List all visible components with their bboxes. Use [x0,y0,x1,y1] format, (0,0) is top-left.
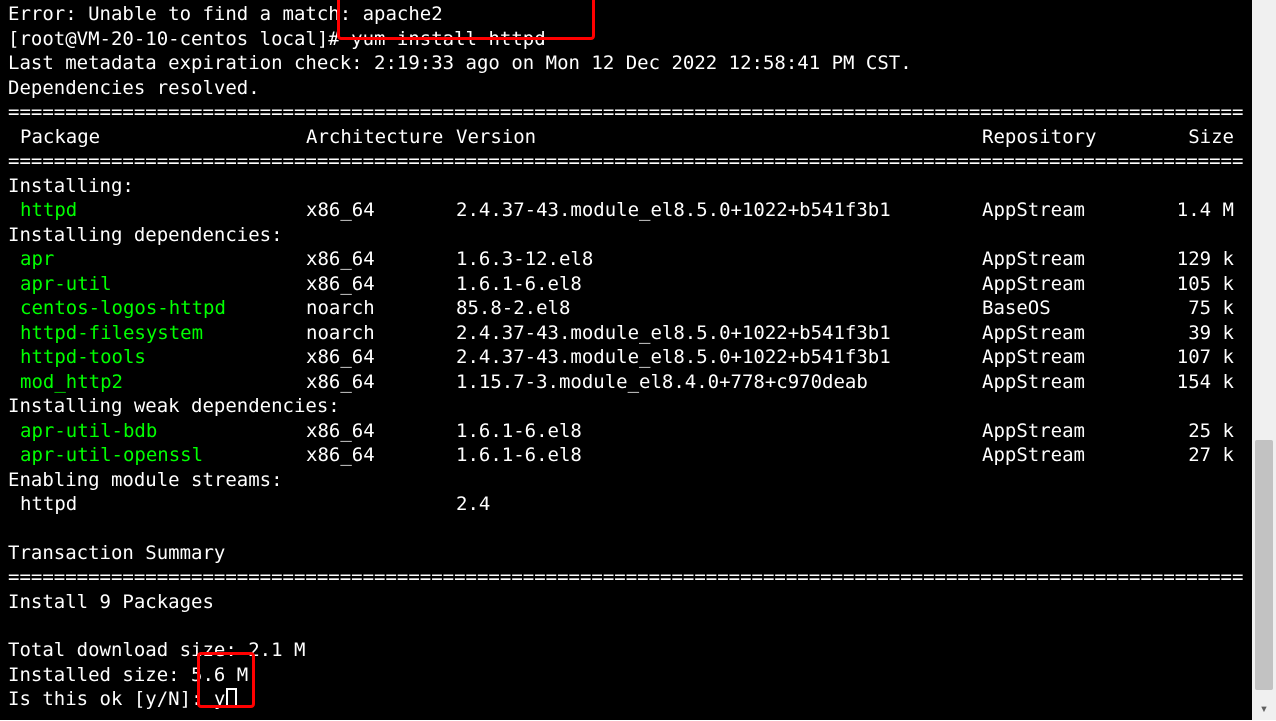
installed-size: Installed size: 5.6 M [8,663,1244,688]
package-name: httpd-filesystem [8,321,306,346]
package-repo: AppStream [982,198,1152,223]
stream-size [1152,492,1244,517]
error-line: Error: Unable to find a match: apache2 [8,2,1244,27]
package-size: 107 k [1152,345,1244,370]
package-version: 1.15.7-3.module_el8.4.0+778+c970deab [456,370,982,395]
package-arch: x86_64 [306,443,456,468]
table-row: mod_http2 x86_64 1.15.7-3.module_el8.4.0… [8,370,1244,395]
package-version: 85.8-2.el8 [456,296,982,321]
package-arch: noarch [306,296,456,321]
shell-prompt: [root@VM-20-10-centos local]# [8,28,351,50]
divider-top: ========================================… [8,100,1244,125]
package-name: mod_http2 [8,370,306,395]
package-arch: x86_64 [306,370,456,395]
package-version: 1.6.1-6.el8 [456,419,982,444]
package-arch: x86_64 [306,419,456,444]
package-name: apr [8,247,306,272]
package-version: 1.6.3-12.el8 [456,247,982,272]
table-row: httpd 2.4 [8,492,1244,517]
package-repo: AppStream [982,247,1152,272]
scroll-down-icon[interactable]: ▾ [1255,700,1273,718]
stream-name: httpd [8,492,306,517]
section-installing-deps: Installing dependencies: [8,223,1244,248]
shell-prompt-line: [root@VM-20-10-centos local]# yum instal… [8,27,1244,52]
package-name: centos-logos-httpd [8,296,306,321]
header-version: Version [456,125,982,150]
package-size: 75 k [1152,296,1244,321]
package-repo: AppStream [982,321,1152,346]
scrollbar-track[interactable]: ▾ [1252,0,1276,720]
package-repo: AppStream [982,419,1152,444]
package-version: 1.6.1-6.el8 [456,443,982,468]
shell-command[interactable]: yum install httpd [351,28,545,50]
table-row: httpd x86_64 2.4.37-43.module_el8.5.0+10… [8,198,1244,223]
table-row: apr-util x86_64 1.6.1-6.el8 AppStream 10… [8,272,1244,297]
install-count: Install 9 Packages [8,590,1244,615]
blank-line [8,517,1244,541]
package-name: httpd-tools [8,345,306,370]
stream-version: 2.4 [456,492,982,517]
package-size: 27 k [1152,443,1244,468]
package-size: 25 k [1152,419,1244,444]
header-arch: Architecture [306,125,456,150]
package-version: 1.6.1-6.el8 [456,272,982,297]
package-size: 154 k [1152,370,1244,395]
metadata-expiration-line: Last metadata expiration check: 2:19:33 … [8,51,1244,76]
stream-repo [982,492,1152,517]
header-package: Package [8,125,306,150]
table-row: apr x86_64 1.6.3-12.el8 AppStream 129 k [8,247,1244,272]
confirm-line: Is this ok [y/N]: y [8,687,1244,712]
package-arch: noarch [306,321,456,346]
table-row: apr-util-openssl x86_64 1.6.1-6.el8 AppS… [8,443,1244,468]
package-version: 2.4.37-43.module_el8.5.0+1022+b541f3b1 [456,345,982,370]
table-row: apr-util-bdb x86_64 1.6.1-6.el8 AppStrea… [8,419,1244,444]
package-name: apr-util-openssl [8,443,306,468]
deps-resolved-line: Dependencies resolved. [8,76,1244,101]
table-row: httpd-tools x86_64 2.4.37-43.module_el8.… [8,345,1244,370]
package-arch: x86_64 [306,198,456,223]
confirm-prompt: Is this ok [y/N]: [8,688,214,710]
package-repo: AppStream [982,345,1152,370]
package-repo: AppStream [982,272,1152,297]
package-repo: AppStream [982,370,1152,395]
package-size: 39 k [1152,321,1244,346]
table-header-row: Package Architecture Version Repository … [8,125,1244,150]
package-arch: x86_64 [306,345,456,370]
section-installing-weak: Installing weak dependencies: [8,394,1244,419]
confirm-input[interactable]: y [214,688,225,710]
package-repo: BaseOS [982,296,1152,321]
scrollbar-thumb[interactable] [1255,440,1273,690]
section-enabling-streams: Enabling module streams: [8,468,1244,493]
package-arch: x86_64 [306,272,456,297]
header-size: Size [1152,125,1244,150]
blank-line [8,614,1244,638]
table-row: centos-logos-httpd noarch 85.8-2.el8 Bas… [8,296,1244,321]
header-repo: Repository [982,125,1152,150]
package-size: 1.4 M [1152,198,1244,223]
package-repo: AppStream [982,443,1152,468]
divider-header: ========================================… [8,149,1244,174]
total-download-size: Total download size: 2.1 M [8,638,1244,663]
terminal-window: Error: Unable to find a match: apache2 [… [0,0,1252,720]
transaction-summary-title: Transaction Summary [8,541,1244,566]
package-size: 105 k [1152,272,1244,297]
package-name: httpd [8,198,306,223]
package-size: 129 k [1152,247,1244,272]
package-version: 2.4.37-43.module_el8.5.0+1022+b541f3b1 [456,321,982,346]
package-name: apr-util-bdb [8,419,306,444]
section-installing: Installing: [8,174,1244,199]
package-name: apr-util [8,272,306,297]
table-row: httpd-filesystem noarch 2.4.37-43.module… [8,321,1244,346]
divider-summary: ========================================… [8,565,1244,590]
package-version: 2.4.37-43.module_el8.5.0+1022+b541f3b1 [456,198,982,223]
package-arch: x86_64 [306,247,456,272]
cursor-icon [226,688,237,708]
stream-arch [306,492,456,517]
